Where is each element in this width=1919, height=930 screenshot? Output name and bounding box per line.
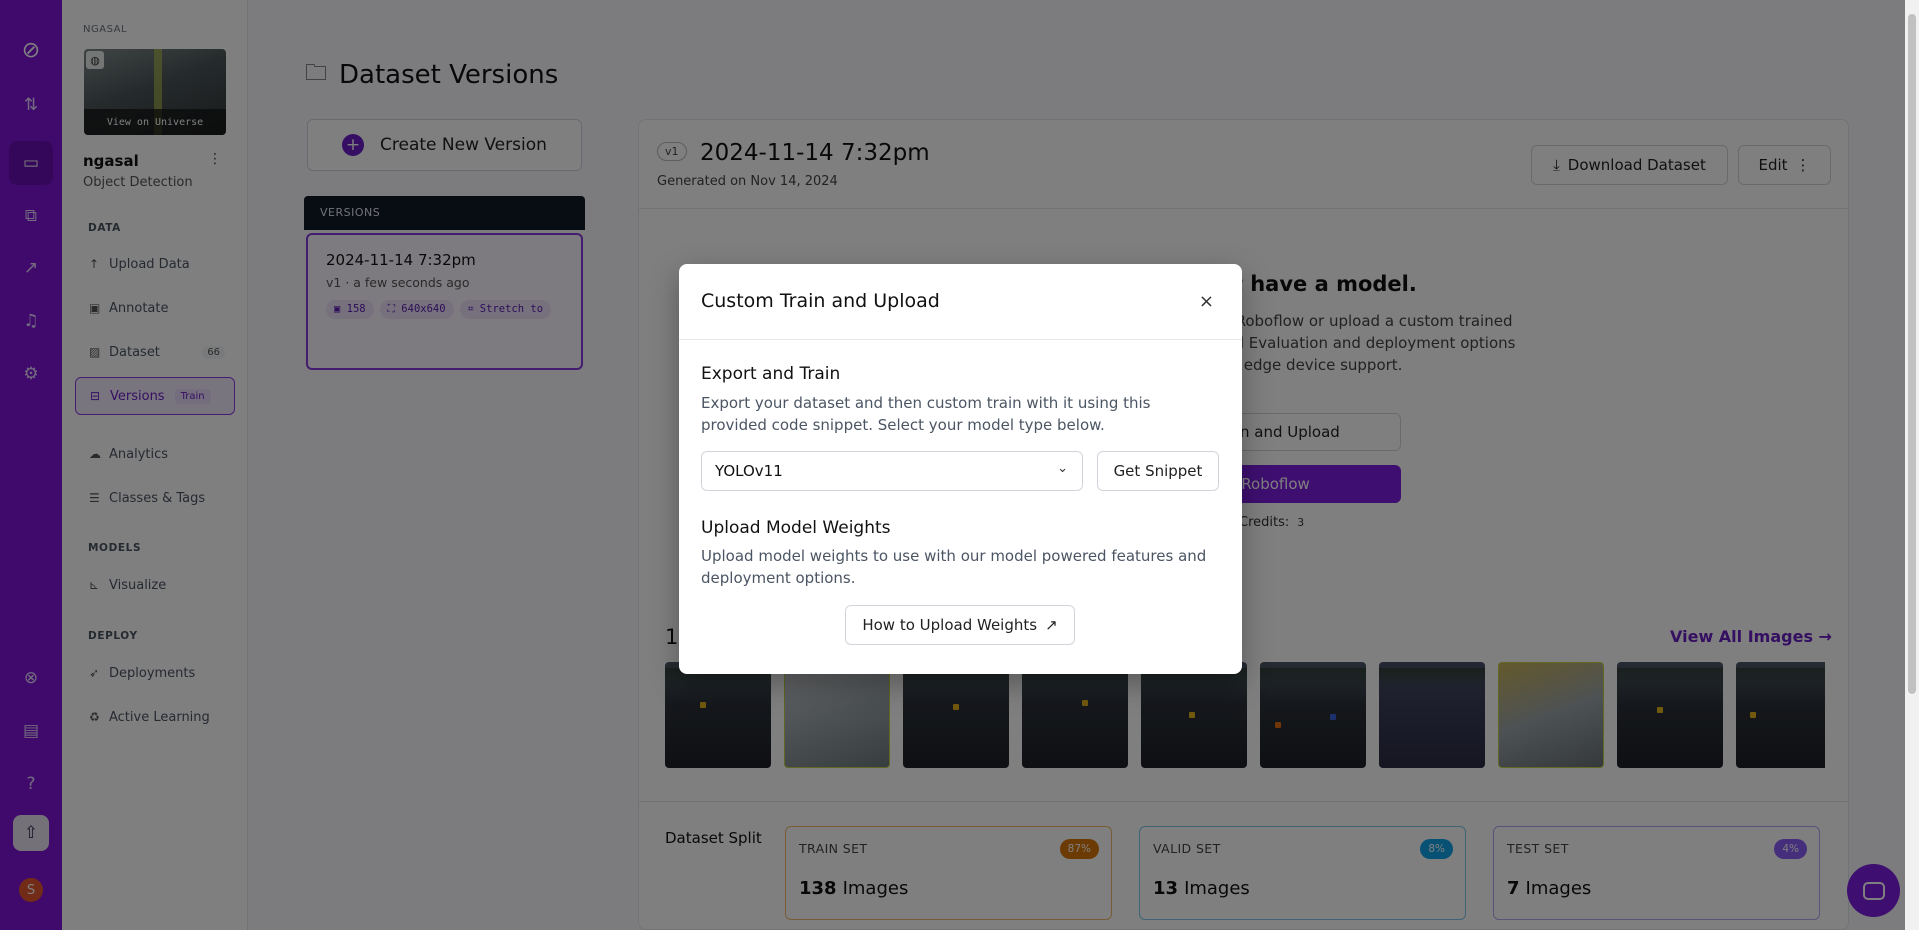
upload-weights-heading: Upload Model Weights (701, 518, 891, 538)
modal-title: Custom Train and Upload (701, 290, 940, 312)
model-type-value: YOLOv11 (715, 462, 783, 480)
scrollbar-thumb[interactable] (1908, 14, 1916, 694)
divider (679, 339, 1242, 340)
export-train-description: Export your dataset and then custom trai… (701, 394, 1151, 434)
upload-weights-description: Upload model weights to use with our mod… (701, 547, 1207, 587)
custom-train-upload-modal: Custom Train and Upload × Export and Tra… (679, 264, 1242, 674)
scrollbar[interactable] (1905, 0, 1919, 930)
external-link-icon: ↗ (1045, 616, 1058, 634)
export-train-heading: Export and Train (701, 364, 841, 384)
close-icon[interactable]: × (1199, 291, 1214, 312)
get-snippet-button[interactable]: Get Snippet (1097, 451, 1219, 491)
chevron-down-icon: ⌄ (1057, 461, 1068, 476)
how-to-upload-label: How to Upload Weights (862, 616, 1038, 634)
model-type-select[interactable]: YOLOv11 ⌄ (701, 451, 1083, 491)
how-to-upload-weights-button[interactable]: How to Upload Weights ↗ (845, 605, 1075, 645)
